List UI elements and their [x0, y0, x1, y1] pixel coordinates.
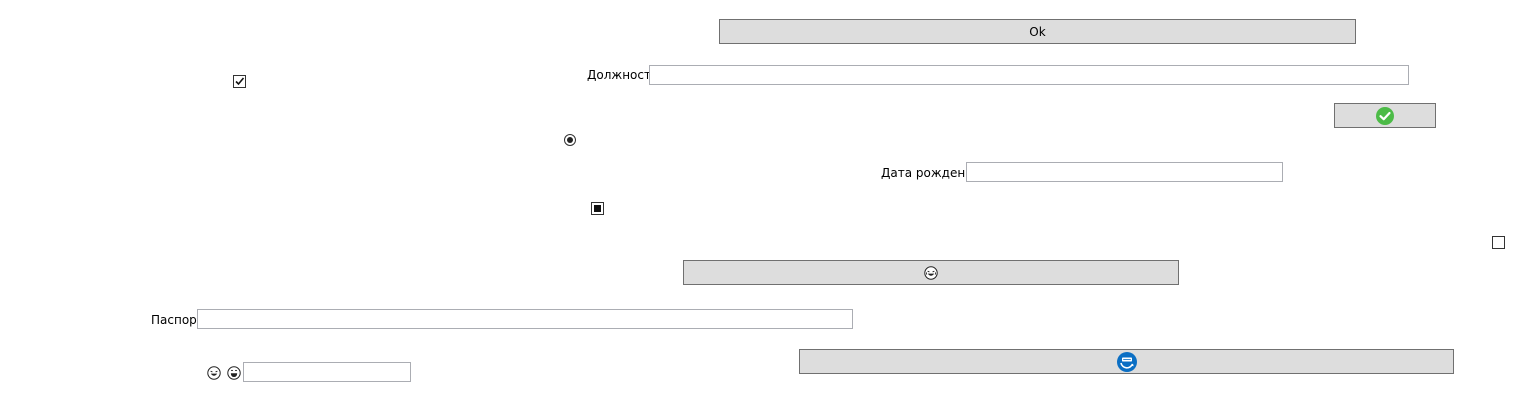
checkbox-unchecked[interactable]: [1492, 236, 1505, 249]
laughing-emoji-button[interactable]: [683, 260, 1179, 285]
ok-button[interactable]: Ok: [719, 19, 1356, 44]
grinning-face-icon: [227, 366, 241, 380]
radio-button[interactable]: [564, 134, 576, 146]
checkbox-checked[interactable]: [233, 75, 246, 88]
check-circle-icon: [1376, 106, 1394, 125]
laughing-face-icon: [207, 366, 221, 380]
birthdate-field[interactable]: [966, 162, 1283, 182]
radio-selected-dot: [567, 137, 573, 143]
emoji-text-field[interactable]: [243, 362, 411, 382]
passport-field[interactable]: [197, 309, 853, 329]
shield-refresh-icon: [1116, 351, 1137, 372]
ok-button-label: Ok: [1029, 24, 1046, 39]
checkmark-icon: [235, 77, 245, 86]
indeterminate-mark: [594, 205, 601, 212]
checkbox-indeterminate[interactable]: [591, 202, 604, 215]
laughing-face-icon: [924, 265, 938, 280]
position-field[interactable]: [649, 65, 1409, 85]
passport-label: Паспорт: [151, 313, 204, 327]
confirm-icon-button[interactable]: [1334, 103, 1436, 128]
refresh-icon-button[interactable]: [799, 349, 1454, 374]
position-label: Должность: [587, 68, 659, 82]
